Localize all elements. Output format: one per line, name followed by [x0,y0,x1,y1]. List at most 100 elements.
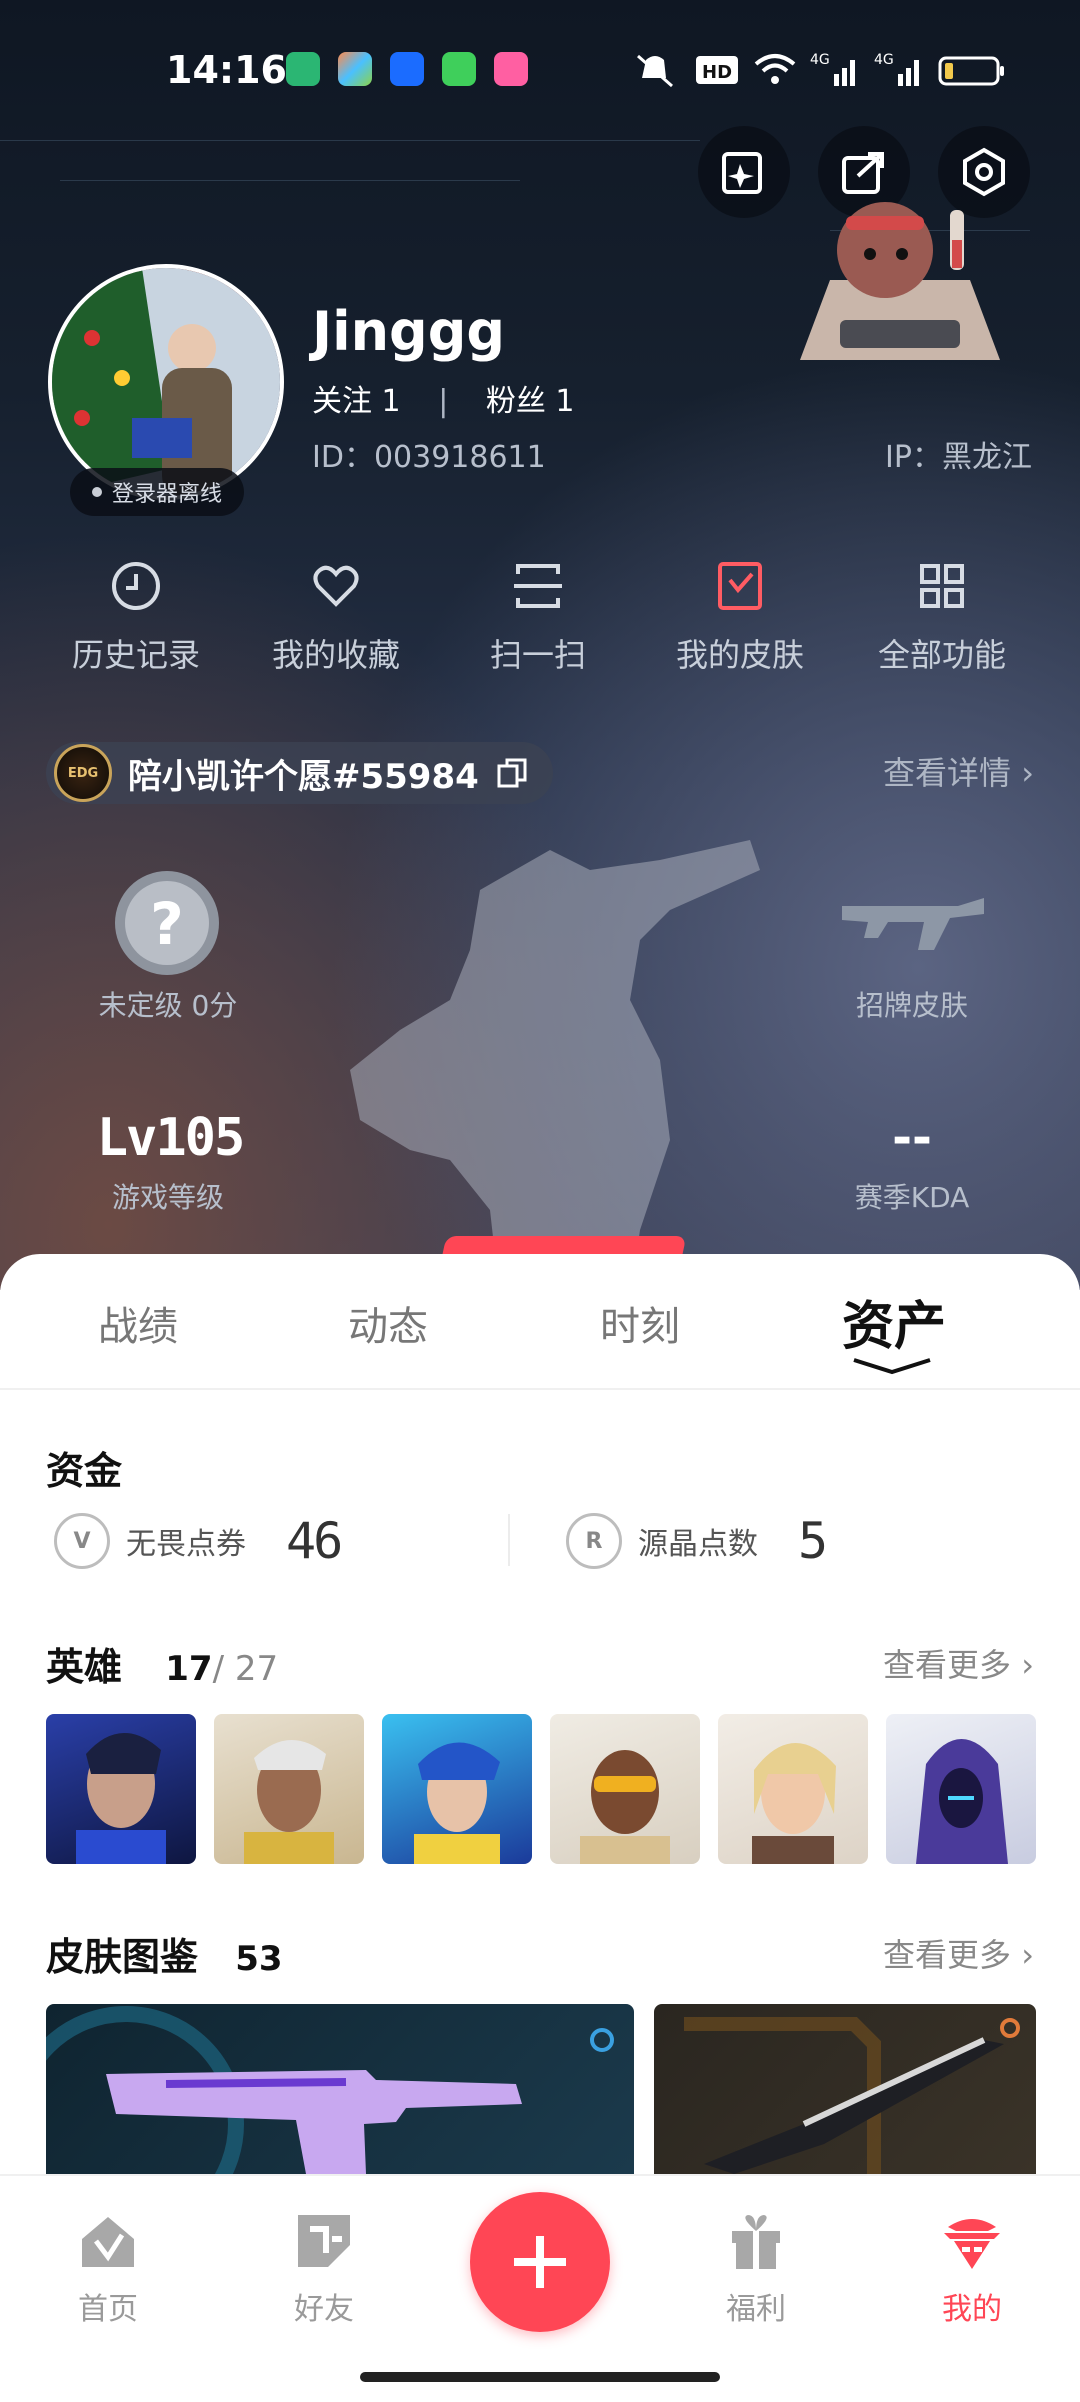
hero-portrait [580,1750,670,1864]
skin-icon [718,562,762,610]
funds-title: 资金 [46,1449,123,1493]
rifle-icon[interactable] [838,888,988,968]
home-indicator[interactable] [360,2372,720,2382]
rp-value: 5 [798,1512,828,1570]
avatar[interactable] [48,264,284,500]
following-link[interactable]: 关注 1 [312,384,401,419]
wish-tag[interactable]: EDG 陪小凯许个愿#55984 [46,742,553,804]
view-details-link[interactable]: 查看详情 › [883,748,1034,794]
username: Jinggg [312,300,506,363]
rank-label: 未定级 0分 [98,989,238,1022]
signal-icon-2: 4G [874,52,919,86]
hero-silhouette [350,840,760,1290]
function-skins[interactable]: 我的皮肤 [640,556,840,676]
nav-friends[interactable]: 好友 [254,2206,394,2328]
kda-label: 赛季KDA [854,1181,970,1214]
user-id: ID：003918611 [312,440,546,475]
ip-location: IP：黑龙江 [885,440,1032,475]
rp-balance: R 源晶点数 5 [566,1506,828,1576]
function-favorites[interactable]: 我的收藏 [236,556,436,676]
post-button[interactable] [698,126,790,218]
chevron-right-icon: › [1021,754,1034,792]
function-label: 我的收藏 [271,636,400,674]
nav-home[interactable]: 首页 [38,2206,178,2328]
svg-text:HD: HD [702,62,732,83]
tab-record[interactable]: 战绩 [98,1294,178,1352]
skins-more-link[interactable]: 查看更多 › [883,1930,1034,1976]
function-label: 我的皮肤 [675,636,804,674]
function-label: 扫一扫 [489,636,586,674]
friends-icon [298,2215,350,2267]
nav-label: 首页 [78,2292,138,2327]
heroes-more-label: 查看更多 [883,1646,1012,1684]
function-all[interactable]: 全部功能 [842,556,1042,676]
vp-value: 46 [286,1512,343,1570]
hero-portrait [244,1739,334,1864]
hero-card[interactable] [382,1714,532,1864]
scan-icon [514,564,562,608]
skin-card[interactable] [654,2004,1036,2174]
hero-portrait [76,1732,166,1864]
copy-icon[interactable] [495,756,529,790]
skin-card[interactable] [46,2004,634,2174]
nav-me[interactable]: 我的 [902,2206,1042,2328]
hero-card[interactable] [214,1714,364,1864]
hero-portrait [916,1739,1008,1864]
fans-link[interactable]: 粉丝 1 [486,384,575,419]
offline-label: 登录器离线 [112,482,223,507]
wifi-icon [754,54,796,84]
vp-icon: V [54,1513,110,1569]
hero-card[interactable] [886,1714,1036,1864]
knife-skin-image [684,2017,1020,2174]
mascot-sticker [800,202,1000,360]
svg-text:4G: 4G [874,52,894,68]
hero-card[interactable] [550,1714,700,1864]
level-value: Lv105 [96,1108,246,1168]
create-post-button[interactable] [470,2192,610,2332]
nav-benefits[interactable]: 福利 [686,2206,826,2328]
svg-text:4G: 4G [810,52,830,68]
nav-label: 好友 [294,2292,354,2327]
skins-count: 53 [235,1939,283,1979]
function-history[interactable]: 历史记录 [36,556,236,676]
hero-portrait [752,1742,836,1864]
following-label: 关注 [312,384,372,419]
battery-app-icon [286,52,320,86]
vp-label: 无畏点券 [126,1527,246,1562]
hero-portrait [414,1742,500,1864]
unranked-icon[interactable]: ? [112,868,222,978]
vp-balance: V 无畏点券 46 [54,1506,343,1576]
offline-status: 登录器离线 [70,468,245,516]
hero-card[interactable] [718,1714,868,1864]
fans-label: 粉丝 [485,384,546,419]
grid-icon [920,564,964,608]
heroes-title: 英雄 17/ 27 [46,1636,278,1691]
kda-value: -- [892,1110,932,1166]
signature-skin-label: 招牌皮肤 [855,989,968,1022]
heroes-owned: 17 [165,1649,213,1689]
nav-label: 我的 [942,2292,1002,2327]
tab-moments[interactable]: 时刻 [600,1294,680,1352]
profile-icon [944,2219,1000,2269]
hero-card[interactable] [46,1714,196,1864]
heroes-total: / 27 [212,1649,279,1689]
hero-list [46,1714,1036,1864]
pistol-skin-image [46,2006,614,2174]
heroes-more-link[interactable]: 查看更多 › [883,1640,1034,1686]
tab-assets[interactable]: 资产 [842,1284,946,1359]
offline-dot [92,487,102,497]
mute-icon [637,54,673,88]
hd-icon: HD [696,56,738,84]
status-bar: 14:16 HD 4G 4G [0,0,1080,140]
tab-feed[interactable]: 动态 [348,1294,428,1352]
function-scan[interactable]: 扫一扫 [438,556,638,676]
hud-line [60,180,520,181]
rp-icon: R [566,1513,622,1569]
chevron-right-icon: › [1021,1936,1034,1974]
funds-divider [508,1514,510,1566]
store-app-icon [390,52,424,86]
function-label: 全部功能 [877,636,1006,674]
svg-text:?: ? [150,890,184,958]
fans-count: 1 [555,384,575,419]
following-count: 1 [381,384,401,419]
